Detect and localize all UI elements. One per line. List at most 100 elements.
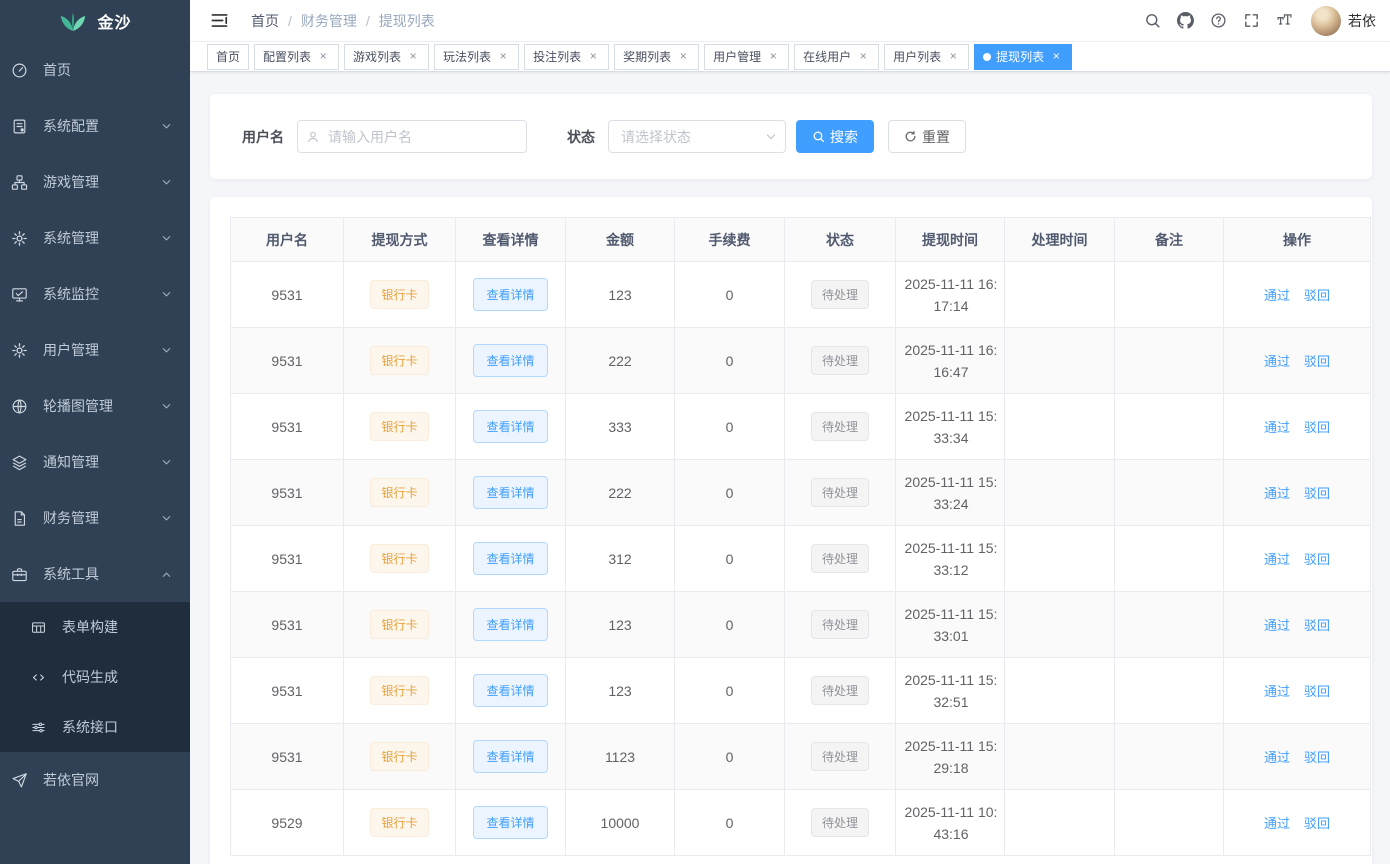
reject-link[interactable]: 驳回 — [1304, 684, 1330, 699]
tab-close-icon[interactable]: × — [856, 50, 870, 64]
cell-amount: 333 — [566, 394, 675, 460]
view-detail-button[interactable]: 查看详情 — [473, 674, 547, 707]
view-detail-button[interactable]: 查看详情 — [473, 476, 547, 509]
tab-close-icon[interactable]: × — [586, 50, 600, 64]
cell-withdraw-time: 2025-11-11 15:33:24 — [896, 460, 1005, 526]
approve-link[interactable]: 通过 — [1264, 420, 1290, 435]
view-detail-button[interactable]: 查看详情 — [473, 344, 547, 377]
sidebar-item-system-monitor[interactable]: 系统监控 — [0, 266, 190, 322]
tab-close-icon[interactable]: × — [316, 50, 330, 64]
breadcrumb-home[interactable]: 首页 — [251, 11, 279, 31]
system-tools-submenu: 表单构建 代码生成 系统接口 — [0, 602, 190, 752]
sidebar-item-system-config[interactable]: 系统配置 — [0, 98, 190, 154]
cell-fee: 0 — [675, 526, 785, 592]
avatar[interactable] — [1311, 6, 1341, 36]
sidebar-item-form-builder[interactable]: 表单构建 — [0, 602, 190, 652]
sidebar-item-label: 财务管理 — [43, 508, 161, 528]
approve-link[interactable]: 通过 — [1264, 288, 1290, 303]
sidebar-item-system-management[interactable]: 系统管理 — [0, 210, 190, 266]
table-row: 9531 银行卡 查看详情 123 0 待处理 2025-11-11 16:17… — [231, 262, 1371, 328]
approve-link[interactable]: 通过 — [1264, 618, 1290, 633]
view-detail-button[interactable]: 查看详情 — [473, 608, 547, 641]
view-detail-button[interactable]: 查看详情 — [473, 410, 547, 443]
user-name[interactable]: 若依 — [1348, 11, 1376, 31]
cell-method: 银行卡 — [344, 394, 456, 460]
view-detail-button[interactable]: 查看详情 — [473, 542, 547, 575]
sidebar-toggle-icon[interactable] — [204, 7, 235, 34]
cell-withdraw-time: 2025-11-11 15:29:18 — [896, 724, 1005, 790]
sidebar-item-home[interactable]: 首页 — [0, 42, 190, 98]
reject-link[interactable]: 驳回 — [1304, 288, 1330, 303]
sidebar-item-label: 轮播图管理 — [43, 396, 161, 416]
tab-close-icon[interactable]: × — [946, 50, 960, 64]
tab-close-icon[interactable]: × — [676, 50, 690, 64]
withdraw-time: 2025-11-11 15:32:51 — [902, 669, 1000, 713]
sidebar: 金沙 首页 系统配置 游戏管理 系统管理 — [0, 0, 190, 864]
status-badge: 待处理 — [811, 742, 869, 771]
tab[interactable]: 首页 — [207, 44, 249, 70]
active-tab-dot — [983, 53, 991, 61]
sidebar-item-code-generator[interactable]: 代码生成 — [0, 652, 190, 702]
tab-close-icon[interactable]: × — [496, 50, 510, 64]
sidebar-item-system-tools[interactable]: 系统工具 — [0, 546, 190, 602]
search-button[interactable]: 搜索 — [796, 120, 874, 153]
sidebar-item-finance-management[interactable]: 财务管理 — [0, 490, 190, 546]
reject-link[interactable]: 驳回 — [1304, 552, 1330, 567]
reset-button[interactable]: 重置 — [888, 120, 966, 153]
approve-link[interactable]: 通过 — [1264, 816, 1290, 831]
col-status: 状态 — [785, 218, 896, 262]
tab[interactable]: 奖期列表× — [614, 44, 699, 70]
cell-amount: 1123 — [566, 724, 675, 790]
tab-active[interactable]: 提现列表× — [974, 44, 1072, 70]
tab-close-icon[interactable]: × — [1049, 50, 1063, 64]
status-select[interactable]: 请选择状态 — [608, 120, 786, 153]
approve-link[interactable]: 通过 — [1264, 354, 1290, 369]
sidebar-item-system-api[interactable]: 系统接口 — [0, 702, 190, 752]
username-input[interactable] — [297, 120, 527, 153]
tab[interactable]: 用户管理× — [704, 44, 789, 70]
approve-link[interactable]: 通过 — [1264, 750, 1290, 765]
tab-close-icon[interactable]: × — [406, 50, 420, 64]
status-label: 状态 — [567, 127, 595, 147]
tab-label: 玩法列表 — [443, 48, 491, 65]
logo: 金沙 — [0, 0, 190, 42]
approve-link[interactable]: 通过 — [1264, 684, 1290, 699]
tab[interactable]: 游戏列表× — [344, 44, 429, 70]
fullscreen-icon[interactable] — [1235, 0, 1268, 42]
tab-close-icon[interactable]: × — [766, 50, 780, 64]
tab[interactable]: 投注列表× — [524, 44, 609, 70]
reject-link[interactable]: 驳回 — [1304, 420, 1330, 435]
tab[interactable]: 玩法列表 × — [434, 44, 519, 70]
reject-link[interactable]: 驳回 — [1304, 618, 1330, 633]
chevron-down-icon — [161, 345, 172, 356]
sidebar-item-user-management[interactable]: 用户管理 — [0, 322, 190, 378]
tab[interactable]: 配置列表× — [254, 44, 339, 70]
header-search-icon[interactable] — [1136, 0, 1169, 42]
github-icon[interactable] — [1169, 0, 1202, 42]
cell-process-time — [1005, 460, 1115, 526]
method-tag: 银行卡 — [370, 412, 428, 441]
cell-amount: 10000 — [566, 790, 675, 856]
view-detail-button[interactable]: 查看详情 — [473, 806, 547, 839]
approve-link[interactable]: 通过 — [1264, 486, 1290, 501]
method-tag: 银行卡 — [370, 610, 428, 639]
reject-link[interactable]: 驳回 — [1304, 816, 1330, 831]
sidebar-item-carousel-management[interactable]: 轮播图管理 — [0, 378, 190, 434]
chevron-down-icon — [161, 177, 172, 188]
reject-link[interactable]: 驳回 — [1304, 354, 1330, 369]
cell-process-time — [1005, 262, 1115, 328]
reject-link[interactable]: 驳回 — [1304, 486, 1330, 501]
view-detail-button[interactable]: 查看详情 — [473, 740, 547, 773]
sidebar-item-official-site[interactable]: 若依官网 — [0, 752, 190, 808]
tab[interactable]: 用户列表× — [884, 44, 969, 70]
sidebar-item-game-management[interactable]: 游戏管理 — [0, 154, 190, 210]
help-icon[interactable] — [1202, 0, 1235, 42]
method-tag: 银行卡 — [370, 808, 428, 837]
cell-actions: 通过 驳回 — [1224, 592, 1371, 658]
view-detail-button[interactable]: 查看详情 — [473, 278, 547, 311]
sidebar-item-notice-management[interactable]: 通知管理 — [0, 434, 190, 490]
approve-link[interactable]: 通过 — [1264, 552, 1290, 567]
reject-link[interactable]: 驳回 — [1304, 750, 1330, 765]
tab[interactable]: 在线用户× — [794, 44, 879, 70]
font-size-icon[interactable] — [1268, 0, 1301, 42]
